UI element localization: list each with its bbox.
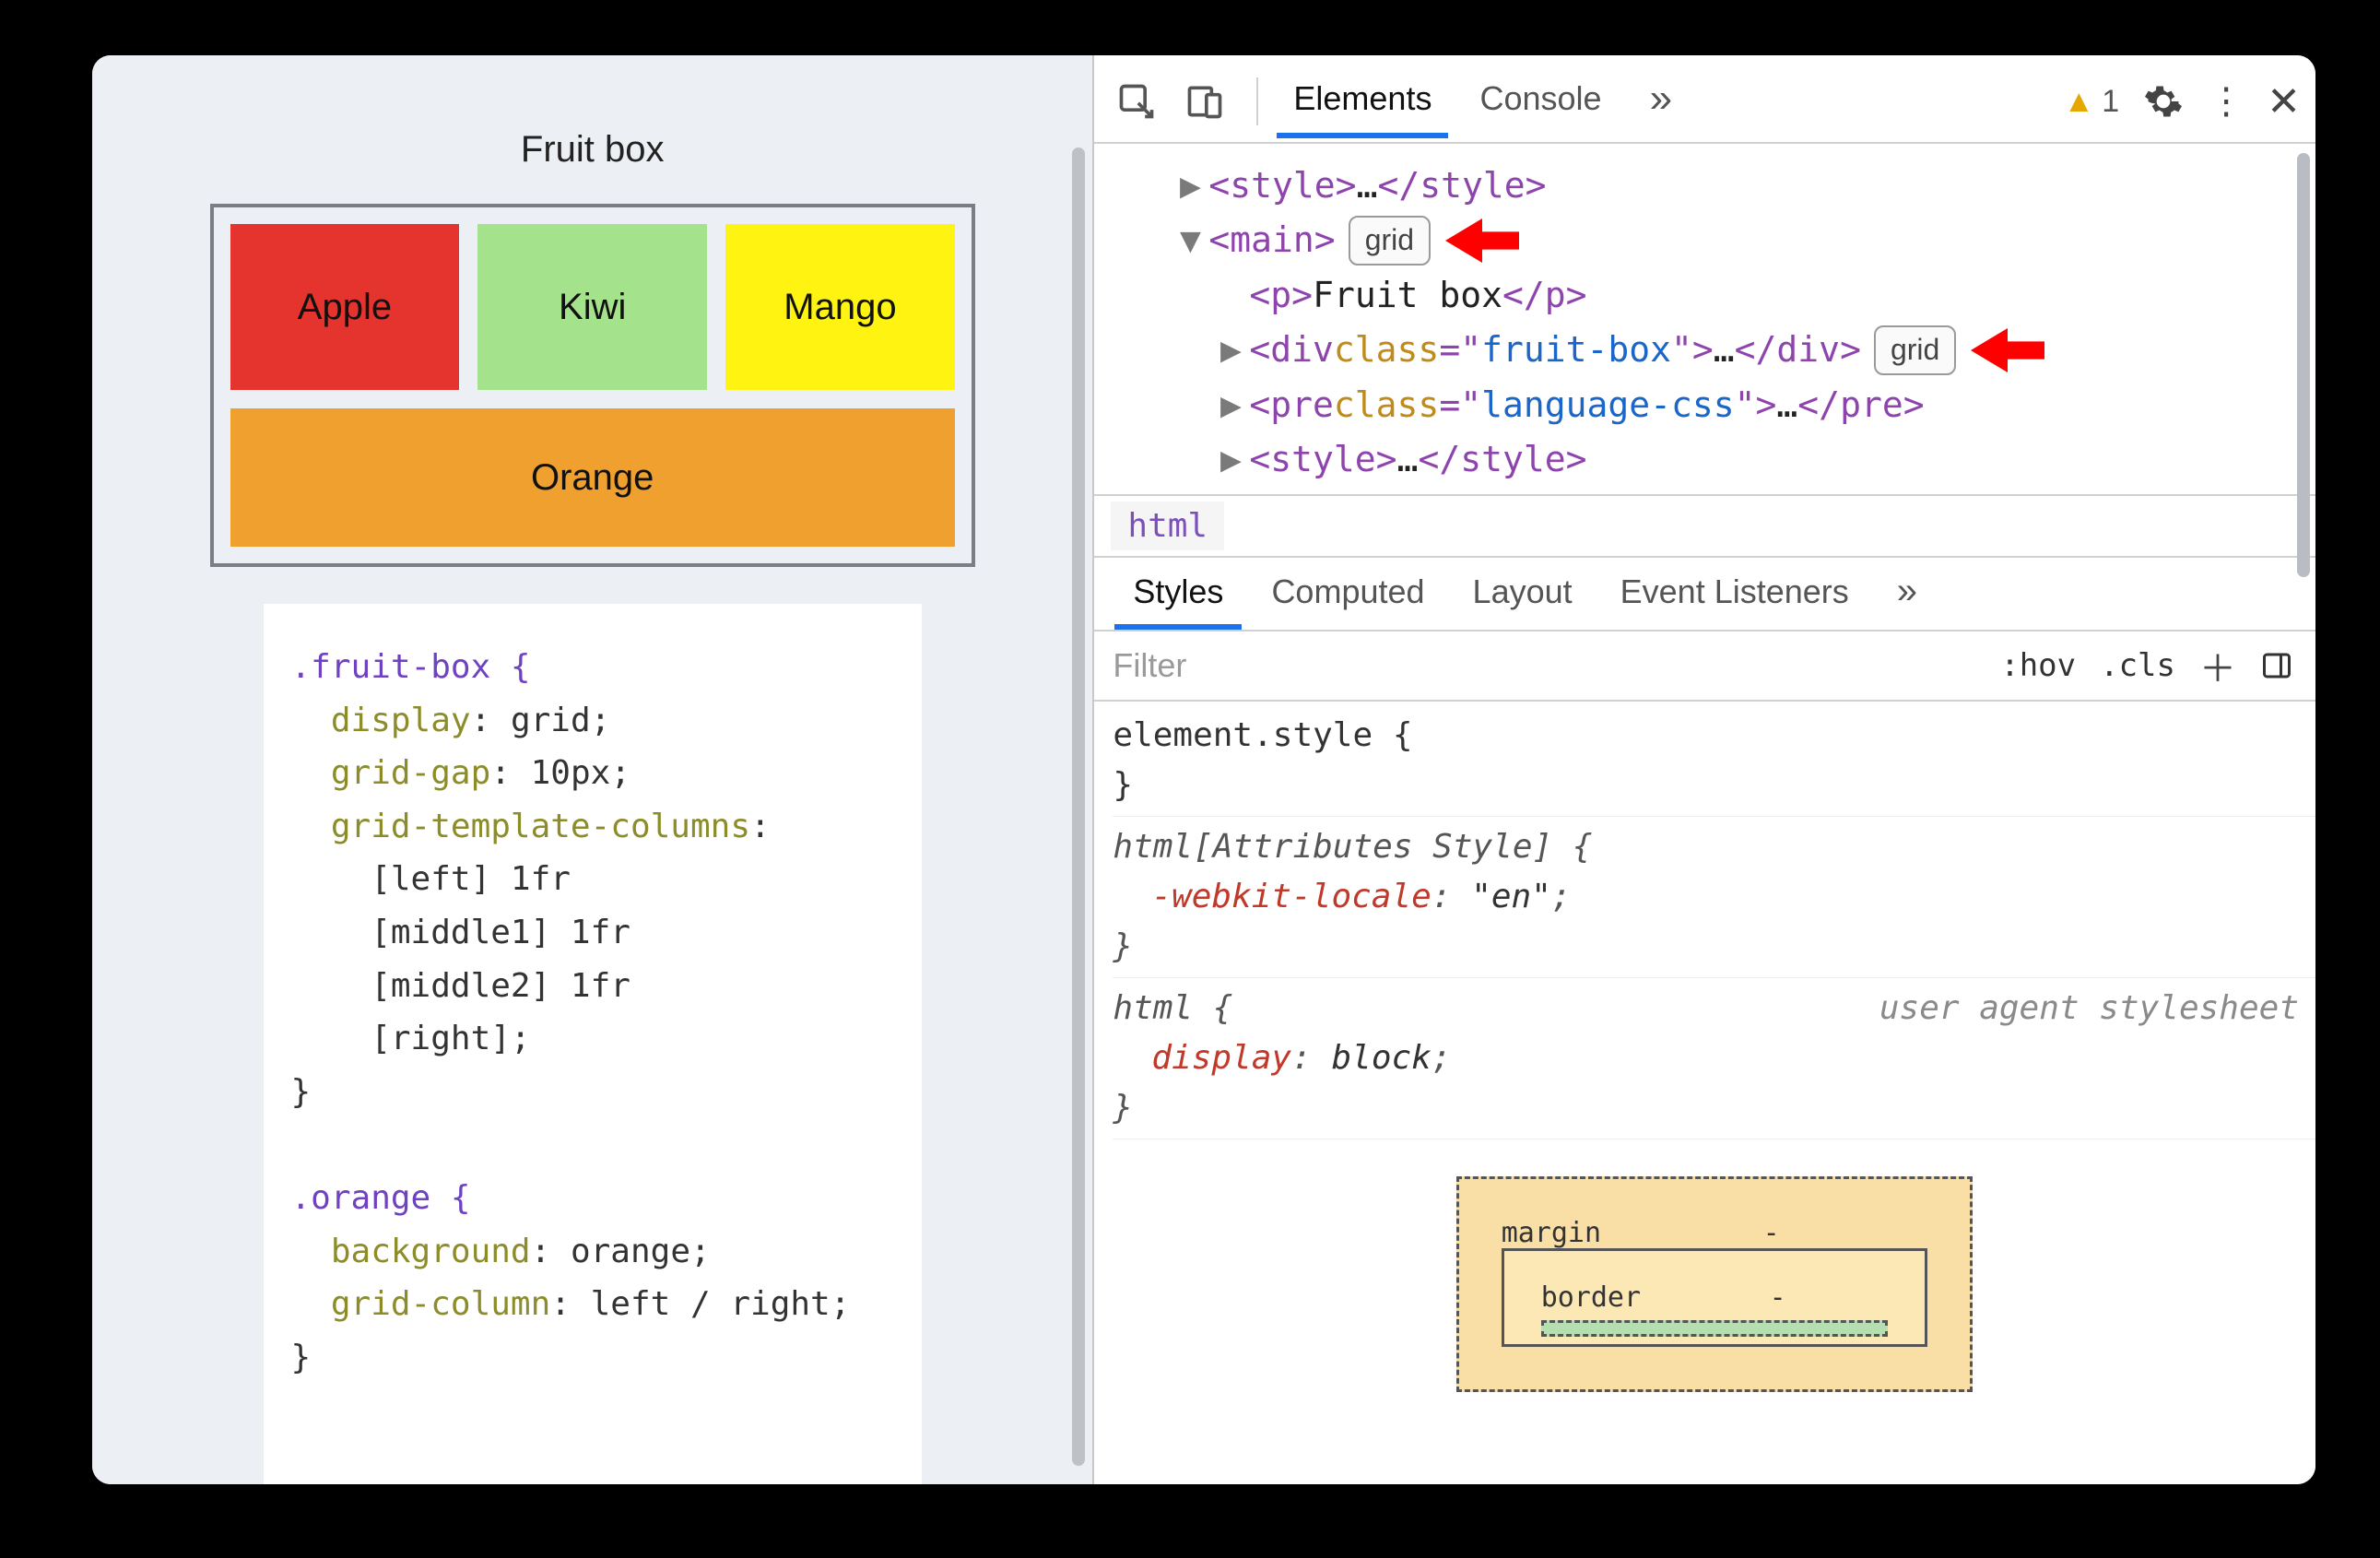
tabbar-divider bbox=[1256, 77, 1258, 125]
tree-node-style[interactable]: ▶ <style>…</style> bbox=[1212, 432, 2308, 487]
devtools-panel: Elements Console » ▲ 1 ⋮ ✕ ▶ <style>…</s… bbox=[1092, 55, 2315, 1484]
subtab-more-icon[interactable]: » bbox=[1873, 558, 1941, 629]
gear-icon[interactable] bbox=[2143, 81, 2184, 122]
caret-right-icon[interactable]: ▶ bbox=[1212, 323, 1249, 377]
caret-right-icon[interactable]: ▶ bbox=[1212, 378, 1249, 432]
rendered-page-panel: Fruit box Apple Kiwi Mango Orange .fruit… bbox=[92, 55, 1092, 1484]
close-icon[interactable]: ✕ bbox=[2267, 78, 2301, 125]
warning-icon: ▲ bbox=[2064, 84, 2095, 120]
box-model-border-label: border bbox=[1541, 1277, 1641, 1318]
styles-subtabs: Styles Computed Layout Event Listeners » bbox=[1094, 558, 2315, 631]
page-scrollbar[interactable] bbox=[1072, 148, 1085, 1466]
box-model-dash: - bbox=[1763, 1212, 1780, 1254]
page-title: Fruit box bbox=[521, 129, 665, 171]
rule-html-attributes[interactable]: html[Attributes Style] { -webkit-locale:… bbox=[1113, 817, 2315, 978]
kebab-icon[interactable]: ⋮ bbox=[2208, 80, 2243, 123]
elements-breadcrumb[interactable]: html bbox=[1094, 496, 2315, 558]
subtab-styles[interactable]: Styles bbox=[1109, 560, 1247, 628]
caret-right-icon[interactable]: ▶ bbox=[1172, 159, 1208, 213]
styles-filter-tools: :hov .cls ＋ bbox=[1978, 639, 2315, 692]
fruit-mango: Mango bbox=[725, 224, 955, 390]
rule-html-user-agent[interactable]: user agent stylesheet html { display: bl… bbox=[1113, 978, 2315, 1139]
toggle-sidebar-icon[interactable] bbox=[2260, 649, 2293, 682]
grid-badge[interactable]: grid bbox=[1349, 216, 1431, 266]
elements-tree[interactable]: ▶ <style>…</style> ▼ <main> grid <p>Frui… bbox=[1094, 144, 2315, 496]
tree-node-style[interactable]: ▶ <style>…</style> bbox=[1172, 159, 2308, 213]
devtools-tabbar: Elements Console » ▲ 1 ⋮ ✕ bbox=[1094, 55, 2315, 144]
styles-filter-input[interactable] bbox=[1094, 631, 1978, 700]
grid-badge[interactable]: grid bbox=[1874, 325, 1956, 375]
tree-node-pre[interactable]: ▶ <pre class="language-css">…</pre> bbox=[1212, 378, 2308, 432]
rule-element-style[interactable]: element.style { } bbox=[1113, 705, 2315, 817]
caret-down-icon[interactable]: ▼ bbox=[1172, 213, 1208, 267]
warning-badge[interactable]: ▲ 1 bbox=[2064, 84, 2120, 120]
inspect-icon[interactable] bbox=[1109, 74, 1164, 129]
subtab-layout[interactable]: Layout bbox=[1449, 560, 1596, 628]
warning-count: 1 bbox=[2102, 84, 2119, 120]
tree-node-p[interactable]: <p>Fruit box</p> bbox=[1212, 268, 2308, 323]
box-model-margin-label: margin bbox=[1502, 1212, 1601, 1254]
app-window: Fruit box Apple Kiwi Mango Orange .fruit… bbox=[92, 55, 2315, 1484]
styles-panel[interactable]: element.style { } html[Attributes Style]… bbox=[1094, 702, 2315, 1484]
tab-more-icon[interactable]: » bbox=[1626, 63, 1696, 140]
subtab-event-listeners[interactable]: Event Listeners bbox=[1596, 560, 1873, 628]
box-model-dash: - bbox=[1770, 1277, 1786, 1318]
tree-node-main[interactable]: ▼ <main> grid bbox=[1172, 213, 2308, 268]
tab-console[interactable]: Console bbox=[1455, 66, 1625, 136]
fruit-orange: Orange bbox=[230, 408, 955, 547]
annotation-arrow-icon bbox=[1445, 213, 1519, 268]
annotation-arrow-icon bbox=[1971, 323, 2044, 378]
tab-elements[interactable]: Elements bbox=[1269, 66, 1455, 136]
add-rule-icon[interactable]: ＋ bbox=[2199, 639, 2236, 692]
subtab-computed[interactable]: Computed bbox=[1247, 560, 1448, 628]
fruit-kiwi: Kiwi bbox=[477, 224, 707, 390]
devtools-scrollbar[interactable] bbox=[2297, 153, 2310, 577]
hov-toggle[interactable]: :hov bbox=[2000, 647, 2076, 684]
styles-filter-row: :hov .cls ＋ bbox=[1094, 631, 2315, 702]
fruit-apple: Apple bbox=[230, 224, 460, 390]
user-agent-label: user agent stylesheet bbox=[1879, 984, 2299, 1033]
tree-node-div-fruitbox[interactable]: ▶ <div class="fruit-box">…</div> grid bbox=[1212, 323, 2308, 378]
css-code-block: .fruit-box { display: grid; grid-gap: 10… bbox=[264, 604, 922, 1484]
caret-right-icon[interactable]: ▶ bbox=[1212, 432, 1249, 487]
breadcrumb-item[interactable]: html bbox=[1111, 502, 1224, 550]
tabbar-right-cluster: ▲ 1 ⋮ ✕ bbox=[2064, 78, 2301, 125]
device-toggle-icon[interactable] bbox=[1177, 74, 1232, 129]
fruit-box-grid: Apple Kiwi Mango Orange bbox=[210, 204, 975, 567]
box-model-diagram[interactable]: margin - border - bbox=[1456, 1176, 1973, 1392]
cls-toggle[interactable]: .cls bbox=[2100, 647, 2175, 684]
box-model-padding bbox=[1541, 1320, 1888, 1337]
